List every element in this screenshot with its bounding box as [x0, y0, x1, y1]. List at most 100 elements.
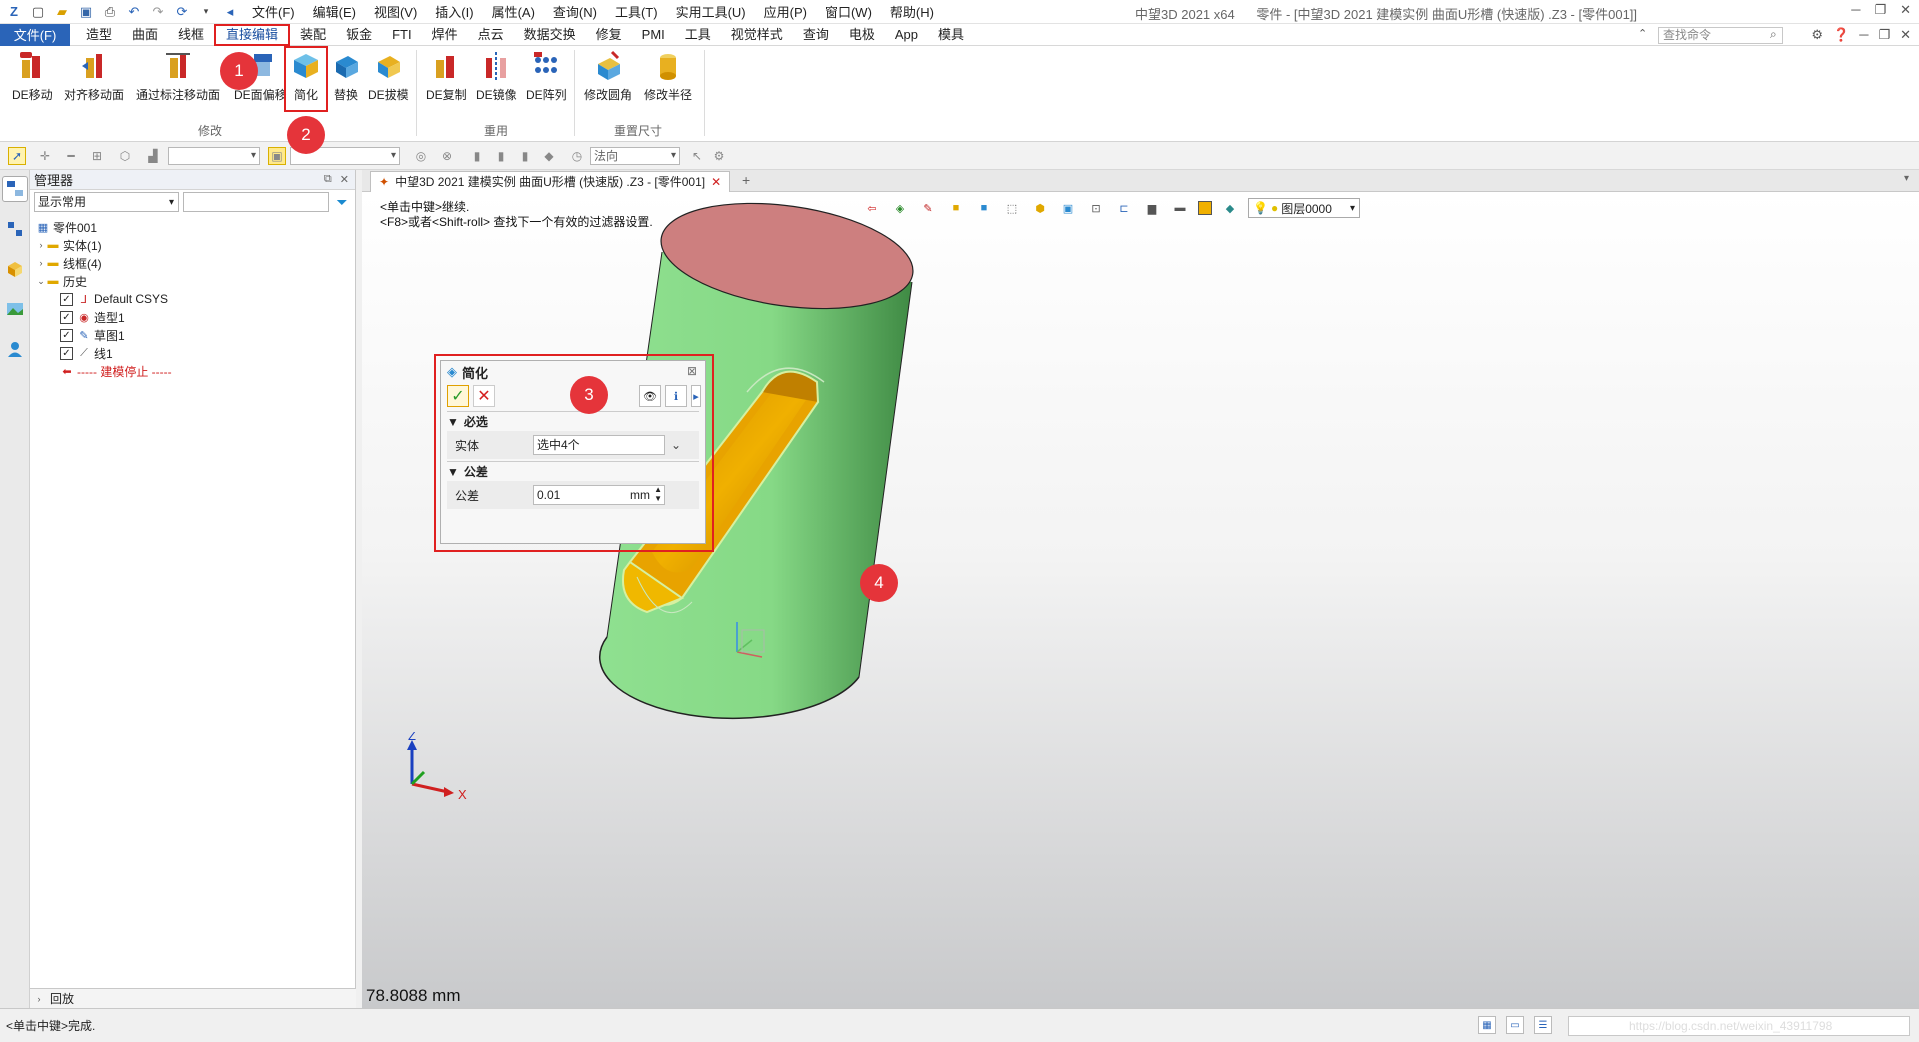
tab-data-exchange[interactable]: 数据交换 [514, 24, 586, 46]
minimize-icon[interactable]: ─ [1851, 2, 1860, 18]
bar-icon-2[interactable]: ▮ [492, 147, 510, 165]
expand-arrow-icon[interactable]: › [36, 258, 46, 268]
close-doc-icon[interactable]: ✕ [1900, 27, 1911, 43]
tab-close-icon[interactable]: ✕ [711, 172, 721, 192]
filter-combo[interactable] [168, 146, 260, 165]
restore-down-icon[interactable]: ❐ [1878, 27, 1890, 43]
tree-item-shape1[interactable]: ✓ ◉ 造型1 [30, 308, 356, 326]
tab-weldment[interactable]: 焊件 [422, 24, 468, 46]
3d-viewport[interactable]: <单击中键>继续. <F8>或者<Shift-roll> 查找下一个有效的过滤器… [362, 192, 1919, 1008]
menu-help[interactable]: 帮助(H) [890, 2, 934, 21]
new-tab-icon[interactable]: + [742, 172, 750, 188]
user-manager-icon[interactable] [2, 336, 28, 362]
command-search-input[interactable]: 查找命令 [1658, 27, 1783, 44]
tab-direct-edit[interactable]: 直接编辑 [214, 23, 291, 46]
de-mirror-button[interactable]: DE镜像 [476, 50, 517, 103]
menu-view[interactable]: 视图(V) [374, 2, 417, 21]
menu-window[interactable]: 窗口(W) [825, 2, 872, 21]
tree-item-stop-marker[interactable]: ⬅ ----- 建模停止 ----- [30, 362, 356, 380]
tree-item-wireframe[interactable]: › ▬ 线框(4) [30, 254, 356, 272]
direction-combo[interactable]: 法向 [590, 146, 680, 165]
tab-point-cloud[interactable]: 点云 [468, 24, 514, 46]
undo-icon[interactable]: ↶ [126, 4, 142, 20]
replay-panel[interactable]: › 回放 [30, 988, 356, 1008]
tab-repair[interactable]: 修复 [586, 24, 632, 46]
open-folder-icon[interactable]: ▰ [54, 4, 70, 20]
back-arrow-icon[interactable]: ◂ [222, 4, 238, 20]
clock-icon[interactable]: ◷ [568, 147, 586, 165]
document-tab[interactable]: ✦ 中望3D 2021 建模实例 曲面U形槽 (快速版) .Z3 - [零件00… [370, 171, 731, 192]
modify-fillet-button[interactable]: 修改圆角 [584, 50, 632, 103]
snap-icon[interactable]: ⊗ [438, 147, 456, 165]
collapse-arrow-icon[interactable]: ⌄ [36, 276, 46, 287]
close-icon[interactable]: ✕ [1900, 2, 1911, 18]
tree-item-root[interactable]: ▦ 零件001 [30, 218, 356, 236]
ok-button[interactable]: ✓ [447, 385, 469, 407]
de-move-button[interactable]: DE移动 [12, 50, 53, 103]
tab-surface[interactable]: 曲面 [122, 24, 168, 46]
tab-query[interactable]: 查询 [793, 24, 839, 46]
expand-panel-icon[interactable]: ▸ [691, 385, 701, 407]
panel-close-icon[interactable]: ✕ [340, 173, 349, 186]
manager-search-input[interactable] [183, 192, 329, 212]
tree-item-line1[interactable]: ✓ ⟋ 线1 [30, 344, 356, 362]
filter-select-icon[interactable]: ▟ [144, 147, 162, 165]
menu-query[interactable]: 查询(N) [553, 2, 597, 21]
select-pointer-icon[interactable]: ➚ [8, 146, 26, 165]
file-tab[interactable]: 文件(F) [0, 23, 70, 46]
menu-attribute[interactable]: 属性(A) [492, 2, 535, 21]
menu-utilities[interactable]: 实用工具(U) [676, 2, 746, 21]
cancel-button[interactable]: ✕ [473, 385, 495, 407]
cursor-icon[interactable]: ↖ [688, 147, 706, 165]
tab-fti[interactable]: FTI [382, 24, 422, 46]
restore-icon[interactable]: ─ [1859, 27, 1868, 43]
bar-icon-3[interactable]: ▮ [516, 147, 534, 165]
tab-wireframe[interactable]: 线框 [168, 24, 214, 46]
assembly-manager-icon[interactable] [2, 216, 28, 242]
tolerance-input[interactable]: 0.01 mm ▲ ▼ [533, 485, 665, 505]
search-icon[interactable]: ⌕ [1770, 27, 1777, 42]
settings-gear-icon[interactable]: ⚙ [1811, 27, 1823, 43]
face-filter-icon[interactable]: ▣ [268, 146, 286, 165]
tab-assembly[interactable]: 装配 [290, 24, 336, 46]
visibility-checkbox[interactable]: ✓ [60, 328, 73, 342]
de-copy-button[interactable]: DE复制 [426, 50, 467, 103]
help-icon[interactable]: ❓ [1833, 27, 1849, 43]
tab-pmi[interactable]: PMI [632, 24, 675, 46]
print-icon[interactable]: ⎙ [102, 4, 118, 20]
expand-arrow-icon[interactable]: › [34, 994, 44, 1004]
modify-radius-button[interactable]: 修改半径 [644, 50, 692, 103]
collapse-ribbon-icon[interactable]: ⌃ [1638, 27, 1647, 40]
tab-electrode[interactable]: 电极 [839, 24, 885, 46]
tab-list-icon[interactable]: ▾ [1904, 173, 1909, 184]
visibility-checkbox[interactable]: ✓ [60, 292, 73, 306]
redo-icon[interactable]: ↷ [150, 4, 166, 20]
refresh-icon[interactable]: ⟳ [174, 4, 190, 20]
double-chevron-down-icon[interactable]: ⌄ [671, 438, 681, 452]
pin-icon[interactable]: ◆ [540, 147, 558, 165]
menu-tools[interactable]: 工具(T) [615, 2, 658, 21]
maximize-icon[interactable]: ❐ [1874, 2, 1886, 18]
info-icon[interactable]: ℹ [665, 385, 687, 407]
minus-icon[interactable]: ━ [62, 147, 80, 165]
tab-sheet-metal[interactable]: 钣金 [336, 24, 382, 46]
move-face-by-dimension-button[interactable]: 通过标注移动面 [136, 50, 220, 103]
de-draft-button[interactable]: DE拔模 [368, 50, 409, 103]
tab-tools[interactable]: 工具 [675, 24, 721, 46]
tab-visual-style[interactable]: 视觉样式 [721, 24, 793, 46]
tree-item-history[interactable]: ⌄ ▬ 历史 [30, 272, 356, 290]
visibility-checkbox[interactable]: ✓ [60, 310, 73, 324]
tree-item-sketch1[interactable]: ✓ ✎ 草图1 [30, 326, 356, 344]
status-list-icon[interactable]: ☰ [1534, 1016, 1552, 1034]
part-manager-icon[interactable] [2, 256, 28, 282]
tab-modeling[interactable]: 造型 [76, 24, 122, 46]
dropdown-icon[interactable]: ▾ [198, 4, 214, 20]
simplify-button[interactable]: 简化 [290, 50, 322, 103]
solid-selection-field[interactable]: 选中4个 [533, 435, 665, 455]
funnel-filter-icon[interactable]: ⏷ [333, 193, 351, 211]
new-file-icon[interactable]: ▢ [30, 4, 46, 20]
tab-app[interactable]: App [885, 24, 928, 46]
preview-eye-icon[interactable]: 👁 [639, 385, 661, 407]
menu-file[interactable]: 文件(F) [252, 2, 295, 21]
history-manager-icon[interactable] [2, 176, 28, 202]
